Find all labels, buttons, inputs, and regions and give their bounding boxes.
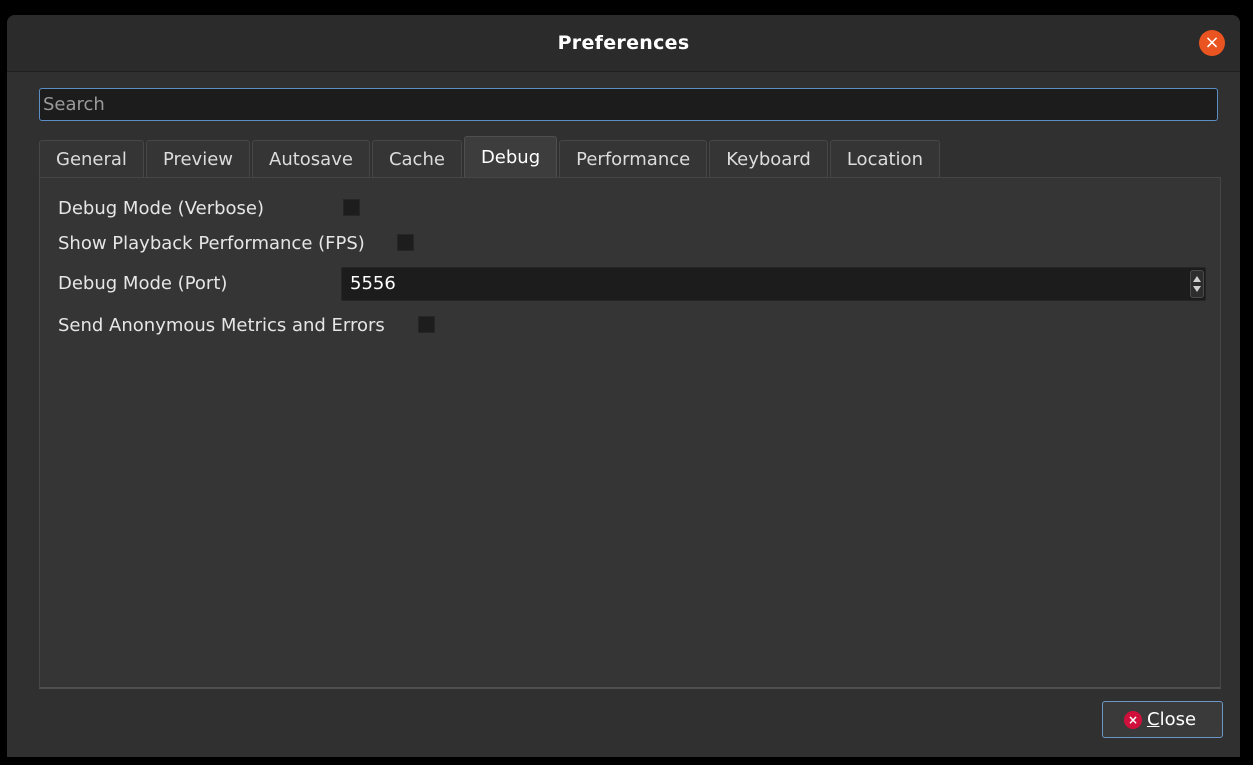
spin-up-arrow-icon[interactable] (1193, 276, 1201, 282)
debug-port-label: Debug Mode (Port) (58, 273, 228, 294)
tab-cache[interactable]: Cache (371, 140, 462, 177)
debug-verbose-checkbox[interactable] (343, 199, 360, 216)
debug-port-value[interactable]: 5556 (350, 268, 396, 300)
debug-verbose-label: Debug Mode (Verbose) (58, 198, 265, 219)
tab-general[interactable]: General (39, 140, 144, 177)
send-metrics-label: Send Anonymous Metrics and Errors (58, 315, 385, 336)
close-mnemonic: C (1147, 709, 1160, 730)
tab-keyboard[interactable]: Keyboard (709, 140, 828, 177)
spin-down-arrow-icon[interactable] (1193, 286, 1201, 292)
close-button-label: Close (1147, 702, 1196, 737)
close-button[interactable]: × Close (1102, 701, 1223, 738)
tab-location[interactable]: Location (829, 140, 940, 177)
tab-performance[interactable]: Performance (559, 140, 708, 177)
preferences-window: Preferences × General Preview Autosave C… (7, 15, 1240, 757)
close-label-rest: lose (1159, 709, 1197, 730)
send-metrics-checkbox[interactable] (418, 316, 435, 333)
close-circle-icon: × (1124, 711, 1142, 729)
title-bar: Preferences × (7, 15, 1240, 72)
window-title: Preferences (557, 32, 690, 54)
tab-debug[interactable]: Debug (463, 136, 558, 177)
debug-port-spinbox[interactable]: 5556 (341, 267, 1206, 301)
tab-bar: General Preview Autosave Cache Debug Per… (39, 136, 942, 177)
spinner-arrows-icon[interactable] (1190, 270, 1204, 298)
tab-preview[interactable]: Preview (145, 140, 251, 177)
show-fps-label: Show Playback Performance (FPS) (58, 233, 365, 254)
tab-autosave[interactable]: Autosave (252, 140, 370, 177)
search-input[interactable] (39, 88, 1218, 121)
close-icon[interactable]: × (1199, 30, 1225, 56)
show-fps-checkbox[interactable] (397, 234, 414, 251)
